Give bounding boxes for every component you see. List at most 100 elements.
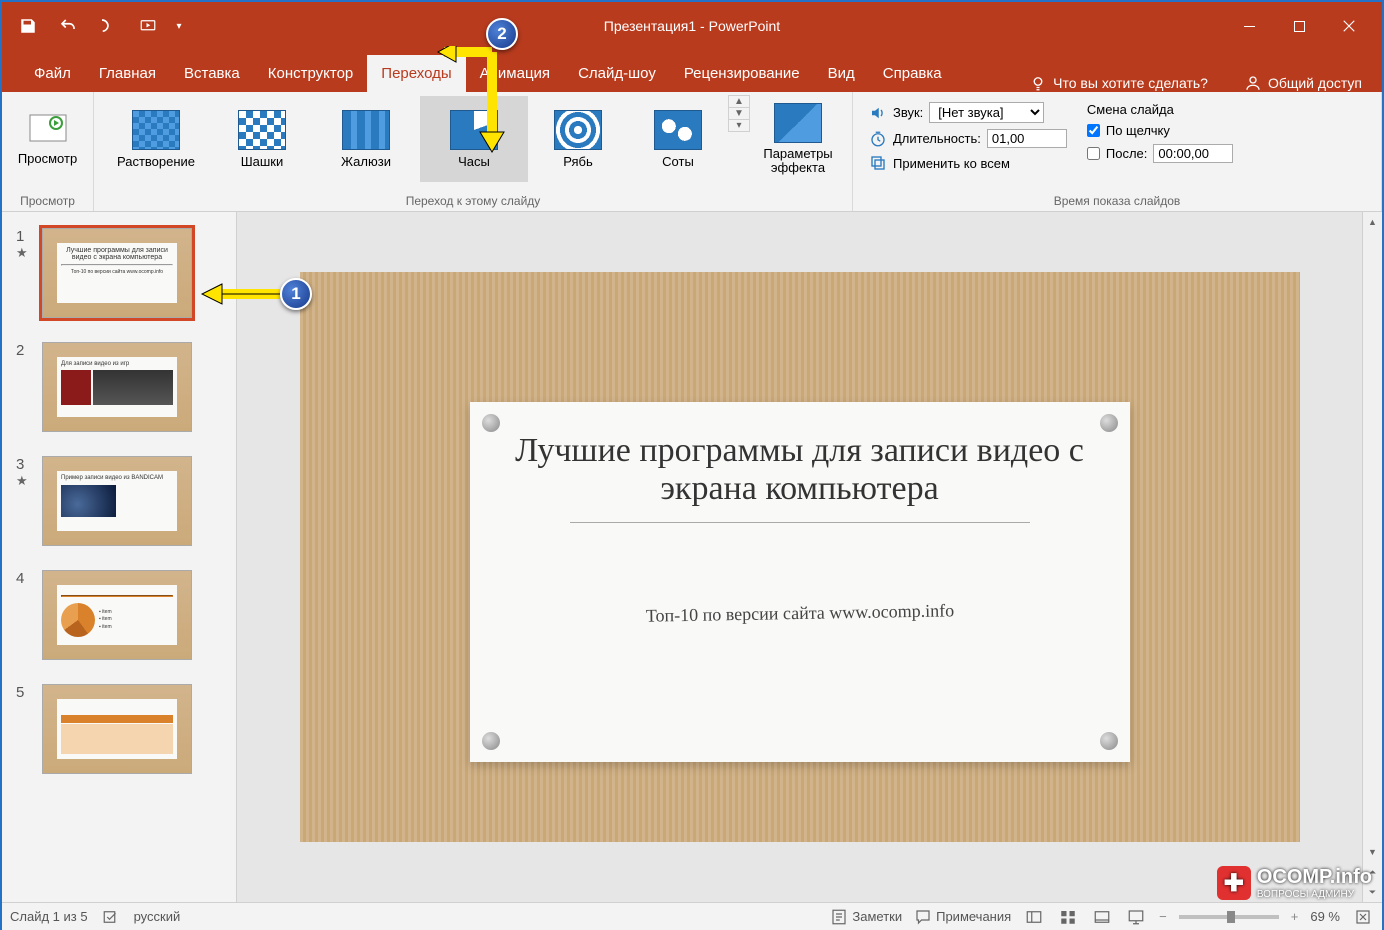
tab-review[interactable]: Рецензирование — [670, 55, 814, 92]
group-label-timing: Время показа слайдов — [859, 191, 1375, 211]
slide-content-card: Лучшие программы для записи видео с экра… — [470, 402, 1130, 762]
tab-home[interactable]: Главная — [85, 55, 170, 92]
sound-select[interactable]: [Нет звука] — [929, 102, 1044, 123]
close-button[interactable] — [1326, 10, 1372, 42]
rivet-icon — [1100, 732, 1118, 750]
lightbulb-icon — [1029, 74, 1047, 92]
notes-icon — [830, 908, 848, 926]
undo-button[interactable] — [52, 10, 84, 42]
fit-icon — [1354, 908, 1372, 926]
slide-position: Слайд 1 из 5 — [10, 909, 88, 924]
sorter-view-icon — [1059, 908, 1077, 926]
watermark-badge-icon: ✚ — [1217, 866, 1251, 900]
preview-icon — [28, 113, 68, 147]
window-title: Презентация1 - PowerPoint — [604, 18, 780, 34]
arrow-1 — [200, 280, 284, 308]
slideshow-view-button[interactable] — [1125, 907, 1147, 927]
gallery-more-button[interactable]: ▾ — [728, 119, 750, 132]
play-icon — [139, 17, 157, 35]
apply-all-icon — [869, 154, 887, 172]
tell-me-search[interactable]: Что вы хотите сделать? — [1013, 74, 1224, 92]
thumbnail-5[interactable] — [42, 684, 192, 774]
ribbon: Просмотр Просмотр Растворение Шашки Жалю… — [2, 92, 1382, 212]
chevron-down-icon: ▾ — [176, 21, 181, 32]
start-from-beginning-button[interactable] — [132, 10, 164, 42]
duration-input[interactable] — [987, 129, 1067, 148]
transition-ripple[interactable]: Рябь — [528, 96, 628, 182]
close-icon — [1340, 17, 1358, 35]
transition-blinds[interactable]: Жалюзи — [312, 96, 420, 182]
normal-view-icon — [1025, 908, 1043, 926]
title-bar: ▾ Презентация1 - PowerPoint — [2, 2, 1382, 50]
comments-icon — [914, 908, 932, 926]
notes-button[interactable]: Заметки — [830, 908, 902, 926]
slideshow-icon — [1127, 908, 1145, 926]
transition-checker[interactable]: Шашки — [212, 96, 312, 182]
rivet-icon — [1100, 414, 1118, 432]
qat-more-button[interactable]: ▾ — [172, 10, 186, 42]
duration-icon — [869, 130, 887, 148]
minimize-icon — [1244, 26, 1255, 27]
ripple-icon — [554, 110, 602, 150]
maximize-button[interactable] — [1276, 10, 1322, 42]
scroll-down-button[interactable]: ▼ — [1363, 842, 1382, 862]
thumbnail-3[interactable]: Пример записи видео из BANDICAM — [42, 456, 192, 546]
sound-label: Звук: — [893, 105, 923, 120]
callout-1: 1 — [280, 278, 312, 310]
tab-design[interactable]: Конструктор — [254, 55, 368, 92]
thumbnail-panel[interactable]: 1★Лучшие программы для записи видео с эк… — [2, 212, 237, 902]
tab-slideshow[interactable]: Слайд-шоу — [564, 55, 670, 92]
normal-view-button[interactable] — [1023, 907, 1045, 927]
person-icon — [1244, 74, 1262, 92]
undo-icon — [59, 17, 77, 35]
after-input[interactable] — [1153, 144, 1233, 163]
tab-file[interactable]: Файл — [20, 55, 85, 92]
vertical-scrollbar[interactable]: ▲ ▼ ⏶ ⏷ — [1362, 212, 1382, 902]
checker-icon — [238, 110, 286, 150]
arrow-2 — [432, 46, 510, 156]
zoom-slider[interactable] — [1179, 915, 1279, 919]
sorter-view-button[interactable] — [1057, 907, 1079, 927]
blinds-icon — [342, 110, 390, 150]
dissolve-icon — [132, 110, 180, 150]
spellcheck-icon[interactable] — [102, 908, 120, 926]
comments-button[interactable]: Примечания — [914, 908, 1011, 926]
transition-honeycomb[interactable]: Соты — [628, 96, 728, 182]
language-indicator[interactable]: русский — [134, 909, 181, 924]
thumbnail-2[interactable]: Для записи видео из игр — [42, 342, 192, 432]
effect-options-button[interactable]: Параметры эффекта — [750, 96, 846, 182]
thumbnail-1[interactable]: Лучшие программы для записи видео с экра… — [42, 228, 192, 318]
save-button[interactable] — [12, 10, 44, 42]
reading-view-icon — [1093, 908, 1111, 926]
share-button[interactable]: Общий доступ — [1224, 74, 1382, 92]
slide-editor[interactable]: Лучшие программы для записи видео с экра… — [237, 212, 1362, 902]
slide-subtitle[interactable]: Топ-10 по версии сайта www.ocomp.info — [509, 598, 1089, 629]
rivet-icon — [482, 732, 500, 750]
thumbnail-4[interactable]: ▪ item▪ item▪ item — [42, 570, 192, 660]
tab-insert[interactable]: Вставка — [170, 55, 254, 92]
redo-button[interactable] — [92, 10, 124, 42]
rivet-icon — [482, 414, 500, 432]
ribbon-tabs: Файл Главная Вставка Конструктор Переход… — [2, 50, 1382, 92]
editor-area: 1 ★ Лучшие программы для записи видео с эк… — [2, 212, 1382, 902]
fit-to-window-button[interactable] — [1352, 907, 1374, 927]
tab-help[interactable]: Справка — [869, 55, 956, 92]
star-icon: ★ — [16, 245, 32, 261]
effect-options-icon — [774, 103, 822, 143]
after-checkbox[interactable] — [1087, 147, 1100, 160]
callout-2: 2 — [486, 18, 518, 50]
slide-title[interactable]: Лучшие программы для записи видео с экра… — [510, 432, 1090, 508]
tab-view[interactable]: Вид — [814, 55, 869, 92]
on-click-label: По щелчку — [1106, 123, 1170, 138]
slide-canvas[interactable]: Лучшие программы для записи видео с экра… — [300, 272, 1300, 842]
sound-icon — [869, 104, 887, 122]
reading-view-button[interactable] — [1091, 907, 1113, 927]
apply-all-button[interactable]: Применить ко всем — [869, 154, 1067, 172]
minimize-button[interactable] — [1226, 10, 1272, 42]
on-click-checkbox[interactable] — [1087, 124, 1100, 137]
scroll-up-button[interactable]: ▲ — [1363, 212, 1382, 232]
transition-dissolve[interactable]: Растворение — [100, 96, 212, 182]
preview-button[interactable]: Просмотр — [8, 96, 87, 182]
advance-label: Смена слайда — [1087, 102, 1174, 117]
zoom-level[interactable]: 69 % — [1310, 909, 1340, 924]
